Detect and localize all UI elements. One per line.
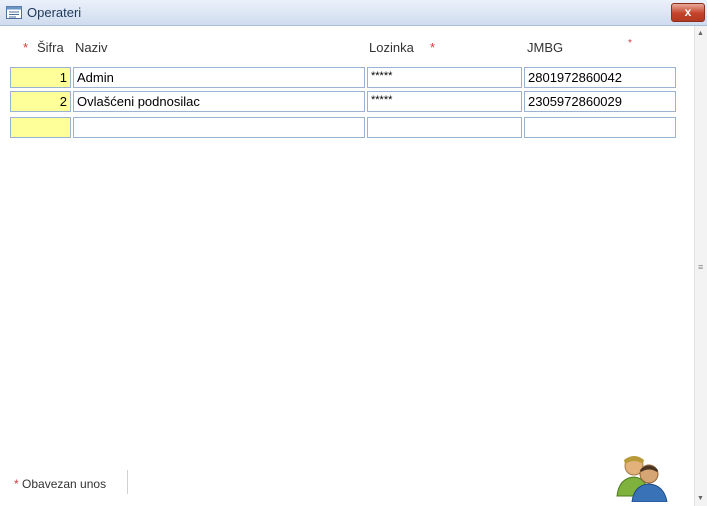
naziv-cell[interactable]: Ovlašćeni podnosilac [73, 91, 365, 112]
vertical-scrollbar[interactable]: ▲ ≡ ▼ [694, 26, 707, 506]
title-bar: Operateri x [0, 0, 707, 26]
sifra-cell[interactable]: 2 [10, 91, 71, 112]
lozinka-cell[interactable]: ***** [367, 91, 522, 112]
lozinka-cell[interactable]: ***** [367, 67, 522, 88]
required-mark: * [14, 477, 19, 491]
footer-divider [127, 470, 128, 494]
required-legend: * Obavezan unos [14, 477, 106, 491]
users-icon[interactable] [615, 452, 669, 502]
sifra-required-mark: * [23, 40, 29, 55]
sifra-cell[interactable]: 1 [10, 67, 71, 88]
required-legend-text: Obavezan unos [22, 477, 107, 491]
jmbg-cell[interactable] [524, 117, 676, 138]
jmbg-cell[interactable]: 2801972860042 [524, 67, 676, 88]
jmbg-required-mark: * [628, 38, 632, 49]
table-row: 1 Admin ***** 2801972860042 [0, 67, 690, 90]
table-row: 2 Ovlašćeni podnosilac ***** 23059728600… [0, 91, 690, 114]
naziv-cell[interactable]: Admin [73, 67, 365, 88]
lozinka-cell[interactable] [367, 117, 522, 138]
column-header-lozinka: Lozinka [369, 40, 414, 55]
naziv-cell[interactable] [73, 117, 365, 138]
close-button[interactable]: x [671, 3, 705, 22]
scroll-grip-icon[interactable]: ≡ [698, 263, 703, 272]
sifra-cell[interactable] [10, 117, 71, 138]
close-icon: x [684, 5, 692, 19]
jmbg-cell[interactable]: 2305972860029 [524, 91, 676, 112]
column-header-sifra: Šifra [37, 40, 64, 55]
operateri-window: Operateri x * Šifra Naziv Lozinka * JMBG… [0, 0, 707, 506]
column-header-naziv: Naziv [75, 40, 108, 55]
window-title: Operateri [27, 5, 82, 20]
new-record-row [0, 117, 690, 140]
scroll-up-icon[interactable]: ▲ [697, 30, 704, 37]
form-icon [6, 6, 22, 19]
column-header-jmbg: JMBG [527, 40, 564, 55]
scroll-down-icon[interactable]: ▼ [697, 495, 704, 502]
lozinka-required-mark: * [430, 40, 436, 55]
